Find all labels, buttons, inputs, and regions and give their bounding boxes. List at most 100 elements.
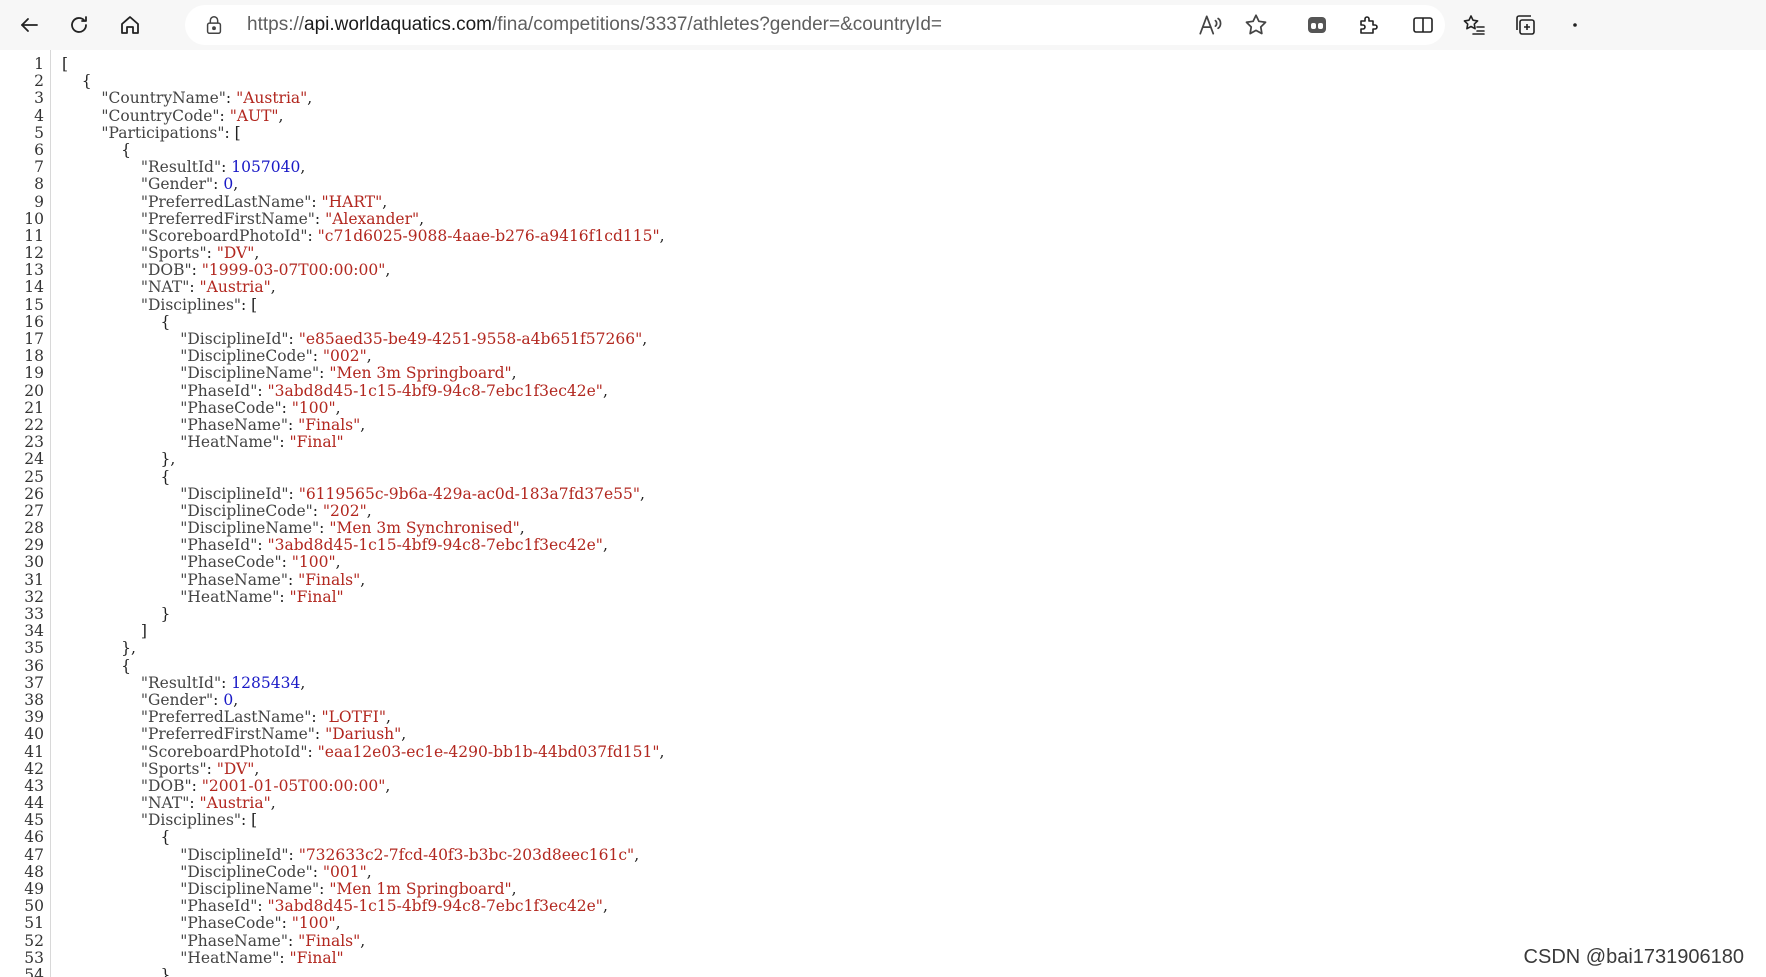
line-number: 33 bbox=[24, 605, 44, 623]
json-string: "Final" bbox=[289, 433, 344, 452]
json-line: "HeatName": "Final" bbox=[62, 949, 1766, 967]
json-punct bbox=[62, 588, 180, 606]
json-punct: : bbox=[221, 158, 232, 177]
json-key: "PhaseName" bbox=[180, 570, 288, 589]
line-number: 46 bbox=[24, 828, 44, 847]
url-text[interactable]: https://api.worldaquatics.com/fina/compe… bbox=[247, 5, 942, 45]
json-punct: : bbox=[288, 845, 299, 864]
json-line: "DisciplineName": "Men 3m Springboard", bbox=[62, 365, 1766, 382]
extension-button[interactable] bbox=[1298, 6, 1336, 44]
json-punct: } bbox=[62, 605, 171, 623]
json-string: "Finals" bbox=[298, 415, 361, 434]
json-punct: , bbox=[366, 862, 372, 881]
line-number: 4 bbox=[34, 106, 44, 125]
json-line: { bbox=[62, 468, 1766, 486]
json-punct bbox=[62, 416, 180, 434]
json-key: "PhaseId" bbox=[180, 381, 258, 400]
json-punct: , bbox=[233, 175, 239, 194]
json-string: "100" bbox=[291, 398, 336, 417]
json-key: "Disciplines" bbox=[140, 811, 242, 830]
json-string: "Alexander" bbox=[325, 209, 420, 228]
json-punct: : bbox=[311, 708, 322, 727]
json-line: "DisciplineName": "Men 3m Synchronised", bbox=[62, 519, 1766, 537]
json-punct: , bbox=[360, 415, 366, 434]
line-number: 31 bbox=[24, 570, 44, 589]
json-key: "Sports" bbox=[140, 244, 207, 263]
json-key: "Gender" bbox=[140, 175, 214, 194]
json-key: "DisciplineId" bbox=[180, 484, 289, 503]
refresh-button[interactable] bbox=[60, 6, 98, 44]
read-aloud-icon[interactable] bbox=[1197, 12, 1223, 38]
json-string: "202" bbox=[322, 501, 367, 520]
json-punct: : bbox=[279, 433, 290, 452]
json-line: "Gender": 0, bbox=[62, 691, 1766, 709]
collections-button[interactable] bbox=[1506, 6, 1544, 44]
line-number: 23 bbox=[24, 433, 44, 452]
line-number: 42 bbox=[24, 759, 44, 778]
json-key: "PreferredLastName" bbox=[140, 708, 312, 727]
json-viewer[interactable]: 1 2 3 4 5 6 7 8 9 10 11 12 13 14 15 16 17 18 19 20 21 22 23 24 2… bbox=[0, 50, 1766, 977]
back-button[interactable] bbox=[10, 6, 48, 44]
json-punct: : bbox=[189, 278, 200, 297]
favorites-button[interactable] bbox=[1455, 6, 1493, 44]
line-number: 10 bbox=[24, 209, 44, 228]
json-punct bbox=[62, 210, 141, 228]
json-punct bbox=[62, 553, 180, 571]
json-line: "DisciplineId": "732633c2-7fcd-40f3-b3bc… bbox=[62, 845, 1766, 864]
address-bar[interactable]: https://api.worldaquatics.com/fina/compe… bbox=[185, 5, 1445, 45]
json-punct: , bbox=[382, 192, 388, 211]
line-number-gutter: 1 2 3 4 5 6 7 8 9 10 11 12 13 14 15 16 17 18 19 20 21 22 23 24 2… bbox=[0, 50, 51, 977]
json-punct: , bbox=[270, 794, 276, 813]
line-number: 27 bbox=[24, 501, 44, 520]
json-punct: , bbox=[602, 897, 608, 916]
json-punct: , bbox=[360, 931, 366, 950]
json-key: "PreferredFirstName" bbox=[140, 725, 315, 744]
json-punct: : bbox=[287, 415, 299, 434]
json-punct: , bbox=[634, 845, 640, 864]
json-content: [ { "CountryName": "Austria", "CountryCo… bbox=[62, 50, 1766, 977]
json-line: "CountryCode": "AUT", bbox=[62, 107, 1766, 125]
json-line: "PhaseId": "3abd8d45-1c15-4bf9-94c8-7ebc… bbox=[62, 381, 1766, 400]
json-punct: , bbox=[642, 330, 648, 348]
favorite-star-icon[interactable] bbox=[1243, 12, 1269, 38]
line-number: 53 bbox=[24, 948, 44, 967]
more-button[interactable] bbox=[1556, 6, 1594, 44]
extensions-button[interactable] bbox=[1349, 6, 1387, 44]
line-number: 16 bbox=[24, 312, 44, 331]
json-string: "Men 3m Springboard" bbox=[329, 364, 512, 383]
json-punct: : bbox=[288, 330, 299, 348]
extension-app-icon bbox=[1308, 17, 1326, 33]
json-line: "DisciplineCode": "002", bbox=[62, 348, 1766, 365]
line-number: 38 bbox=[24, 690, 44, 709]
lock-icon[interactable] bbox=[203, 14, 225, 36]
url-path: /fina/competitions/3337/athletes?gender=… bbox=[492, 14, 942, 35]
json-line: "ResultId": 1057040, bbox=[62, 159, 1766, 176]
json-punct: , bbox=[254, 244, 260, 263]
json-key: "PreferredFirstName" bbox=[140, 209, 315, 228]
json-key: "Participations" bbox=[101, 123, 225, 142]
json-string: "HART" bbox=[321, 192, 383, 211]
json-line: "PhaseCode": "100", bbox=[62, 915, 1766, 932]
refresh-icon bbox=[71, 16, 87, 33]
json-line: } bbox=[62, 605, 1766, 623]
json-punct bbox=[62, 433, 180, 451]
json-punct bbox=[62, 708, 141, 726]
json-punct: : bbox=[311, 192, 322, 211]
json-string: "732633c2-7fcd-40f3-b3bc-203d8eec161c" bbox=[298, 845, 635, 864]
line-number: 3 bbox=[34, 89, 44, 108]
json-line: "Sports": "DV", bbox=[62, 244, 1766, 263]
json-line: "DisciplineName": "Men 1m Springboard", bbox=[62, 880, 1766, 898]
json-punct bbox=[62, 760, 141, 778]
json-string: "LOTFI" bbox=[321, 708, 386, 727]
json-punct: : bbox=[257, 381, 268, 400]
json-key: "DisciplineId" bbox=[180, 330, 289, 348]
json-line: "PhaseName": "Finals", bbox=[62, 931, 1766, 950]
json-line: "ScoreboardPhotoId": "c71d6025-9088-4aae… bbox=[62, 227, 1766, 245]
home-button[interactable] bbox=[111, 6, 149, 44]
split-screen-button[interactable] bbox=[1404, 6, 1442, 44]
json-line: "DisciplineCode": "001", bbox=[62, 862, 1766, 881]
json-punct bbox=[62, 399, 180, 417]
json-number: 1057040 bbox=[231, 158, 301, 177]
json-punct: , bbox=[254, 759, 260, 778]
json-punct bbox=[62, 193, 141, 211]
